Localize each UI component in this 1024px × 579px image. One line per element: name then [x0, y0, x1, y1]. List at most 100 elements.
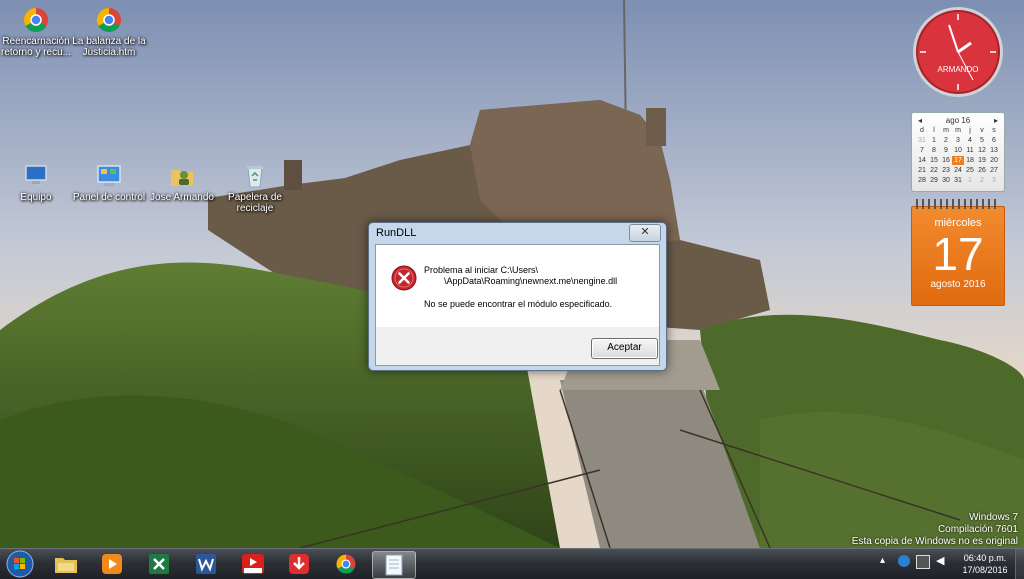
calendar-day-cell[interactable]: 7: [916, 146, 928, 155]
calendar-weekday-header: l: [933, 127, 935, 134]
calendar-day-cell[interactable]: 1: [964, 176, 976, 185]
calendar-day-cell[interactable]: 22: [928, 166, 940, 175]
calendar-weekday-header: m: [955, 127, 961, 134]
desktop-icon-label: La balanza de la Justicia.htm: [72, 36, 146, 58]
error-icon: [391, 265, 417, 291]
clock-face: [913, 7, 1003, 97]
calendar-day-cell[interactable]: 26: [976, 166, 988, 175]
calendar-day-cell[interactable]: 16: [940, 156, 952, 165]
calendar-day-cell[interactable]: 23: [940, 166, 952, 175]
calendar-month-view: ◂ ago 16 ▸ d l m m j v s 31 1 2 3 4 5 6 7 8 9 10 11 12 13 14 1…: [911, 112, 1005, 192]
clock-tray[interactable]: 06:40 p.m. 17/08/2016: [955, 552, 1015, 576]
desktop-icon-panel-de-control[interactable]: Panel de control: [72, 162, 146, 203]
taskbar-notepad-active[interactable]: [372, 551, 416, 579]
close-button[interactable]: ✕: [629, 224, 661, 242]
taskbar-chrome[interactable]: [330, 551, 362, 577]
calendar-day-cell[interactable]: 9: [940, 146, 952, 155]
calendar-day-cell[interactable]: 13: [988, 146, 1000, 155]
show-desktop-button[interactable]: [1015, 549, 1024, 579]
chevron-right-icon[interactable]: ▸: [994, 116, 998, 125]
volume-icon[interactable]: ◀: [936, 555, 948, 567]
tray-time: 06:40 p.m.: [963, 553, 1007, 563]
calendar-day-cell[interactable]: 24: [952, 166, 964, 175]
calendar-weekday: miércoles: [934, 217, 982, 229]
calendar-day-cell[interactable]: 27: [988, 166, 1000, 175]
calendar-day-cell[interactable]: 8: [928, 146, 940, 155]
calendar-day-view: miércoles 17 agosto 2016: [911, 199, 1005, 306]
calendar-day-cell[interactable]: 6: [988, 136, 1000, 145]
desktop-icon-la-balanza[interactable]: La balanza de la Justicia.htm: [72, 6, 146, 58]
word-icon: [196, 554, 216, 574]
computer-icon: [25, 165, 47, 186]
calendar-weekday-header: s: [992, 127, 996, 134]
calendar-day-cell[interactable]: 29: [928, 176, 940, 185]
calendar-day-cell[interactable]: 14: [916, 156, 928, 165]
calendar-day-cell[interactable]: 2: [940, 136, 952, 145]
calendar-day-cell[interactable]: 11: [964, 146, 976, 155]
chevron-up-icon[interactable]: ▴: [880, 555, 892, 567]
taskbar-excel[interactable]: [143, 551, 175, 577]
taskbar-word[interactable]: [190, 551, 222, 577]
calendar-day-cell[interactable]: 17: [952, 156, 964, 165]
media-player-icon: [102, 554, 122, 574]
calendar-day-cell[interactable]: 31: [952, 176, 964, 185]
windows-watermark: Windows 7 Compilación 7601 Esta copia de…: [852, 512, 1018, 548]
calendar-day-cell[interactable]: 31: [916, 136, 928, 145]
desktop-icon-label: Reencarnación retorno y recu...: [0, 36, 72, 58]
desktop-icon-label: Jose Armando: [150, 192, 214, 203]
network-icon[interactable]: [916, 555, 930, 569]
calendar-weekday-header: d: [920, 127, 924, 134]
desktop-icon-label: Papelera de reciclaje: [228, 192, 282, 214]
calendar-day-cell[interactable]: 25: [964, 166, 976, 175]
clock-label: ARMANDO: [937, 65, 979, 74]
calendar-day-cell[interactable]: 30: [940, 176, 952, 185]
calendar-day-cell[interactable]: 12: [976, 146, 988, 155]
calendar-day-cell[interactable]: 1: [928, 136, 940, 145]
antivirus-icon[interactable]: [898, 555, 910, 567]
dialog-title: RunDLL: [376, 227, 417, 239]
dialog-body: Problema al iniciar C:\Users\ \AppData\R…: [375, 244, 660, 366]
ok-button[interactable]: Aceptar: [591, 338, 658, 359]
recycle-bin-icon: [247, 166, 263, 188]
excel-icon: [149, 554, 169, 574]
notepad-icon: [385, 554, 403, 576]
desktop-icon-label: Panel de control: [72, 192, 146, 203]
desktop-icon-reencarnacion[interactable]: Reencarnación retorno y recu...: [0, 6, 73, 58]
calendar-day-cell[interactable]: 15: [928, 156, 940, 165]
taskbar-explorer[interactable]: [50, 551, 82, 577]
calendar-day-cell[interactable]: 10: [952, 146, 964, 155]
start-orb[interactable]: [5, 550, 35, 578]
calendar-day-cell[interactable]: 20: [988, 156, 1000, 165]
calendar-day-cell[interactable]: 5: [976, 136, 988, 145]
taskbar-download[interactable]: [283, 551, 315, 577]
clock-gadget[interactable]: ARMANDO: [911, 5, 1005, 99]
calendar-day-cell[interactable]: 19: [976, 156, 988, 165]
calendar-rings: [916, 199, 1000, 209]
calendar-month-label: ago 16: [945, 116, 971, 125]
calendar-day-cell[interactable]: 18: [964, 156, 976, 165]
desktop-icon-papelera[interactable]: Papelera de reciclaje: [218, 162, 292, 214]
calendar-gadget[interactable]: ◂ ago 16 ▸ d l m m j v s 31 1 2 3 4 5 6 7 8 9 10 11 12 13 14 1…: [911, 112, 1005, 306]
taskbar-media-player[interactable]: [96, 551, 128, 577]
rundll-dialog: RunDLL ✕ Problema al iniciar C:\Users\ \…: [368, 222, 667, 371]
desktop-icon-equipo[interactable]: Equipo: [0, 162, 73, 203]
desktop-icon-jose-armando[interactable]: Jose Armando: [145, 162, 219, 203]
error-message-line1: Problema al iniciar C:\Users\: [424, 265, 539, 275]
calendar-day-cell[interactable]: 3: [952, 136, 964, 145]
watermark-line2: Compilación 7601: [937, 524, 1018, 535]
calendar-day-cell[interactable]: 21: [916, 166, 928, 175]
explorer-icon: [55, 558, 77, 573]
calendar-day-cell[interactable]: 2: [976, 176, 988, 185]
taskbar-mp3[interactable]: [237, 551, 269, 577]
calendar-day-cell[interactable]: 4: [964, 136, 976, 145]
calendar-weekday-header: m: [943, 127, 949, 134]
calendar-grid: d l m m j v s 31 1 2 3 4 5 6 7 8 9 10 11 12 13 14 15 16 17 18 19 20…: [912, 126, 1004, 185]
calendar-day-cell[interactable]: 28: [916, 176, 928, 185]
calendar-big-day: 17: [932, 228, 984, 280]
chevron-left-icon[interactable]: ◂: [918, 116, 922, 125]
error-message: Problema al iniciar C:\Users\ \AppData\R…: [424, 265, 617, 287]
desktop-icon-label: Equipo: [20, 192, 52, 203]
calendar-day-cell[interactable]: 3: [988, 176, 1000, 185]
control-panel-icon: [97, 165, 121, 186]
watermark-line1: Windows 7: [969, 512, 1018, 523]
